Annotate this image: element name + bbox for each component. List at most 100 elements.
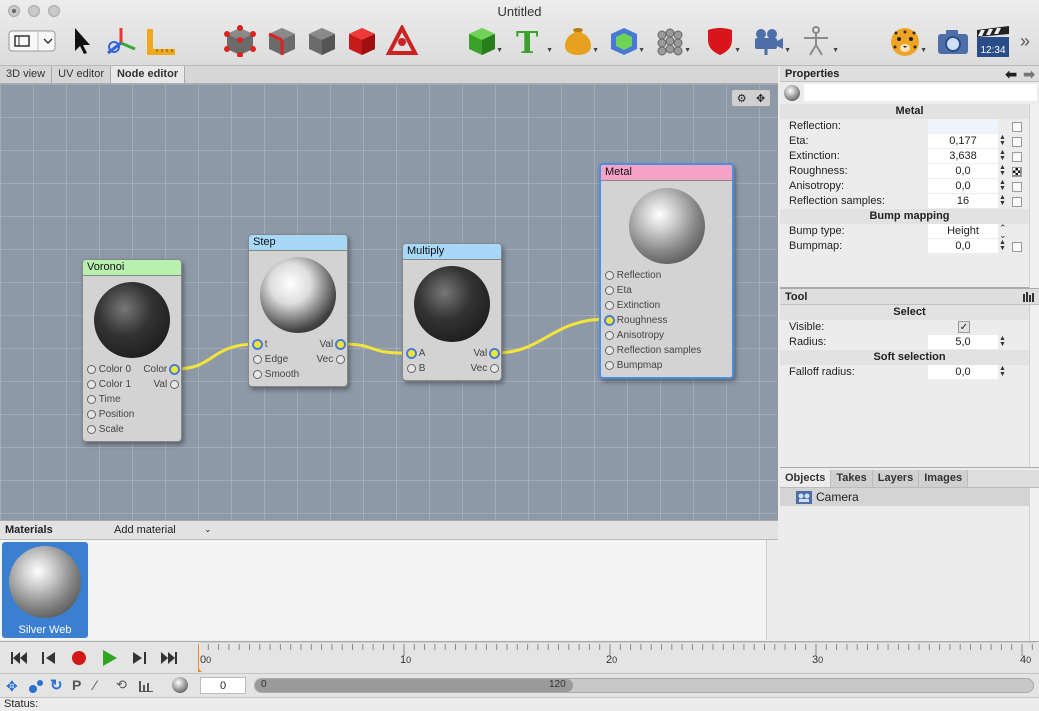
input-eta[interactable]: Eta xyxy=(605,283,632,298)
object-mode-icon[interactable] xyxy=(344,24,380,58)
input-port[interactable] xyxy=(87,410,96,419)
rotate-icon[interactable]: ↻ xyxy=(50,676,63,694)
output-vec[interactable]: Vec xyxy=(471,361,499,376)
anisotropy-stepper[interactable]: ▲ ▼ xyxy=(999,179,1006,192)
knife-icon[interactable]: ⁄ xyxy=(94,677,96,693)
output-port[interactable] xyxy=(490,349,499,358)
tab-layers[interactable]: Layers xyxy=(872,470,920,487)
wire-voronoi-step[interactable] xyxy=(175,342,258,371)
transform-axes-icon[interactable] xyxy=(104,24,138,58)
input-reflection-samples[interactable]: Reflection samples xyxy=(605,343,701,358)
face-mode-icon[interactable] xyxy=(304,24,340,58)
frame-range-slider[interactable]: 0 120 xyxy=(254,678,1034,693)
step-back-icon[interactable] xyxy=(38,648,60,668)
visible-checkbox[interactable]: ✓ xyxy=(958,321,970,333)
input-color1[interactable]: Color 1 xyxy=(87,377,131,392)
vertex-mode-icon[interactable] xyxy=(222,24,258,58)
layout-icon[interactable] xyxy=(8,24,56,58)
output-val[interactable]: Val xyxy=(154,377,179,392)
output-port[interactable] xyxy=(336,340,345,349)
record-icon[interactable] xyxy=(68,648,90,668)
eta-stepper[interactable]: ▲ ▼ xyxy=(999,134,1006,147)
input-port[interactable] xyxy=(87,395,96,404)
properties-scrollbar[interactable] xyxy=(1029,104,1039,288)
output-val[interactable]: Val xyxy=(320,337,345,352)
material-ball-icon[interactable] xyxy=(784,85,800,101)
skip-to-start-icon[interactable] xyxy=(8,648,30,668)
render-cheetah-icon[interactable]: ▼ xyxy=(886,24,927,58)
material-item[interactable]: Silver Web xyxy=(2,542,88,638)
output-port[interactable] xyxy=(170,365,179,374)
play-icon[interactable] xyxy=(98,648,120,668)
ruler-icon[interactable] xyxy=(144,24,178,58)
forward-arrow-icon[interactable]: ➡ xyxy=(1023,66,1035,82)
input-edge[interactable]: Edge xyxy=(253,352,288,367)
falloff-radius-stepper[interactable]: ▲ ▼ xyxy=(999,365,1006,378)
input-roughness[interactable]: Roughness xyxy=(605,313,667,328)
overflow-chevron-icon[interactable]: » xyxy=(1014,24,1036,58)
material-ball-icon[interactable] xyxy=(172,677,188,693)
output-val[interactable]: Val xyxy=(474,346,499,361)
material-name-field[interactable] xyxy=(804,84,1037,101)
figure-icon[interactable]: ▼ xyxy=(796,24,839,58)
eta-texture-toggle[interactable] xyxy=(1012,137,1022,147)
materials-scrollbar[interactable] xyxy=(766,540,778,640)
tab-takes[interactable]: Takes xyxy=(831,470,873,487)
metal-node[interactable]: Metal Reflection Eta Extinction Roughnes… xyxy=(599,163,734,379)
voronoi-node[interactable]: Voronoi Color 0 Color 1 Time Position Sc… xyxy=(82,259,182,442)
input-port[interactable] xyxy=(605,286,614,295)
input-port[interactable] xyxy=(407,349,416,358)
anisotropy-texture-toggle[interactable] xyxy=(1012,182,1022,192)
range-slider-thumb[interactable] xyxy=(255,679,573,692)
objects-scrollbar[interactable] xyxy=(1029,488,1039,641)
input-bumpmap[interactable]: Bumpmap xyxy=(605,358,662,373)
input-port[interactable] xyxy=(87,425,96,434)
input-position[interactable]: Position xyxy=(87,407,134,422)
output-port[interactable] xyxy=(336,355,345,364)
input-t[interactable]: t xyxy=(253,337,268,352)
reflection-color-field[interactable] xyxy=(928,119,998,133)
edge-mode-icon[interactable] xyxy=(264,24,300,58)
roughness-stepper[interactable]: ▲ ▼ xyxy=(999,164,1006,177)
input-port[interactable] xyxy=(87,380,96,389)
step-forward-icon[interactable] xyxy=(128,648,150,668)
roughness-texture-icon[interactable] xyxy=(1012,167,1022,177)
input-extinction[interactable]: Extinction xyxy=(605,298,660,313)
input-port[interactable] xyxy=(605,361,614,370)
input-scale[interactable]: Scale xyxy=(87,422,124,437)
bump-type-chevron-icon[interactable]: ⌃ ⌄ xyxy=(999,224,1007,240)
input-port[interactable] xyxy=(605,331,614,340)
wire-step-multiply[interactable] xyxy=(340,342,411,355)
animation-clapper-icon[interactable]: 12:34 xyxy=(976,24,1010,58)
bumpmap-field[interactable]: 0,0 xyxy=(928,239,998,253)
extinction-stepper[interactable]: ▲ ▼ xyxy=(999,149,1006,162)
anisotropy-field[interactable]: 0,0 xyxy=(928,179,998,193)
eta-field[interactable]: 0,177 xyxy=(928,134,998,148)
arrow-pointer-icon[interactable] xyxy=(68,24,94,58)
tab-uv-editor[interactable]: UV editor xyxy=(52,66,111,83)
deformer-shield-icon[interactable]: ▼ xyxy=(702,24,741,58)
input-port[interactable] xyxy=(605,301,614,310)
tab-node-editor[interactable]: Node editor xyxy=(110,66,186,83)
object-row-camera[interactable]: Camera xyxy=(780,488,1039,506)
cloner-icon[interactable]: ▼ xyxy=(652,24,691,58)
input-port[interactable] xyxy=(253,340,262,349)
reflection-samples-stepper[interactable]: ▲ ▼ xyxy=(999,194,1006,207)
output-vec[interactable]: Vec xyxy=(317,352,345,367)
extinction-field[interactable]: 3,638 xyxy=(928,149,998,163)
input-port[interactable] xyxy=(253,355,262,364)
input-port[interactable] xyxy=(605,316,614,325)
step-node[interactable]: Step t Edge Smooth Val Vec xyxy=(248,234,348,387)
input-color0[interactable]: Color 0 xyxy=(87,362,131,377)
tab-images[interactable]: Images xyxy=(919,470,969,487)
input-reflection[interactable]: Reflection xyxy=(605,268,661,283)
pivot-icon[interactable]: P xyxy=(72,677,81,693)
chevron-down-icon[interactable]: ⌄ xyxy=(204,524,212,535)
tab-3d-view[interactable]: 3D view xyxy=(0,66,53,83)
tool-scrollbar[interactable] xyxy=(1029,305,1039,467)
bumpmap-texture-toggle[interactable] xyxy=(1012,242,1022,252)
snapshot-camera-icon[interactable] xyxy=(934,24,972,58)
text-icon[interactable]: T ▼ xyxy=(510,24,553,58)
bumpmap-stepper[interactable]: ▲ ▼ xyxy=(999,239,1006,252)
timeline-ruler[interactable]: 00 10 20 30 40 xyxy=(198,642,1036,672)
